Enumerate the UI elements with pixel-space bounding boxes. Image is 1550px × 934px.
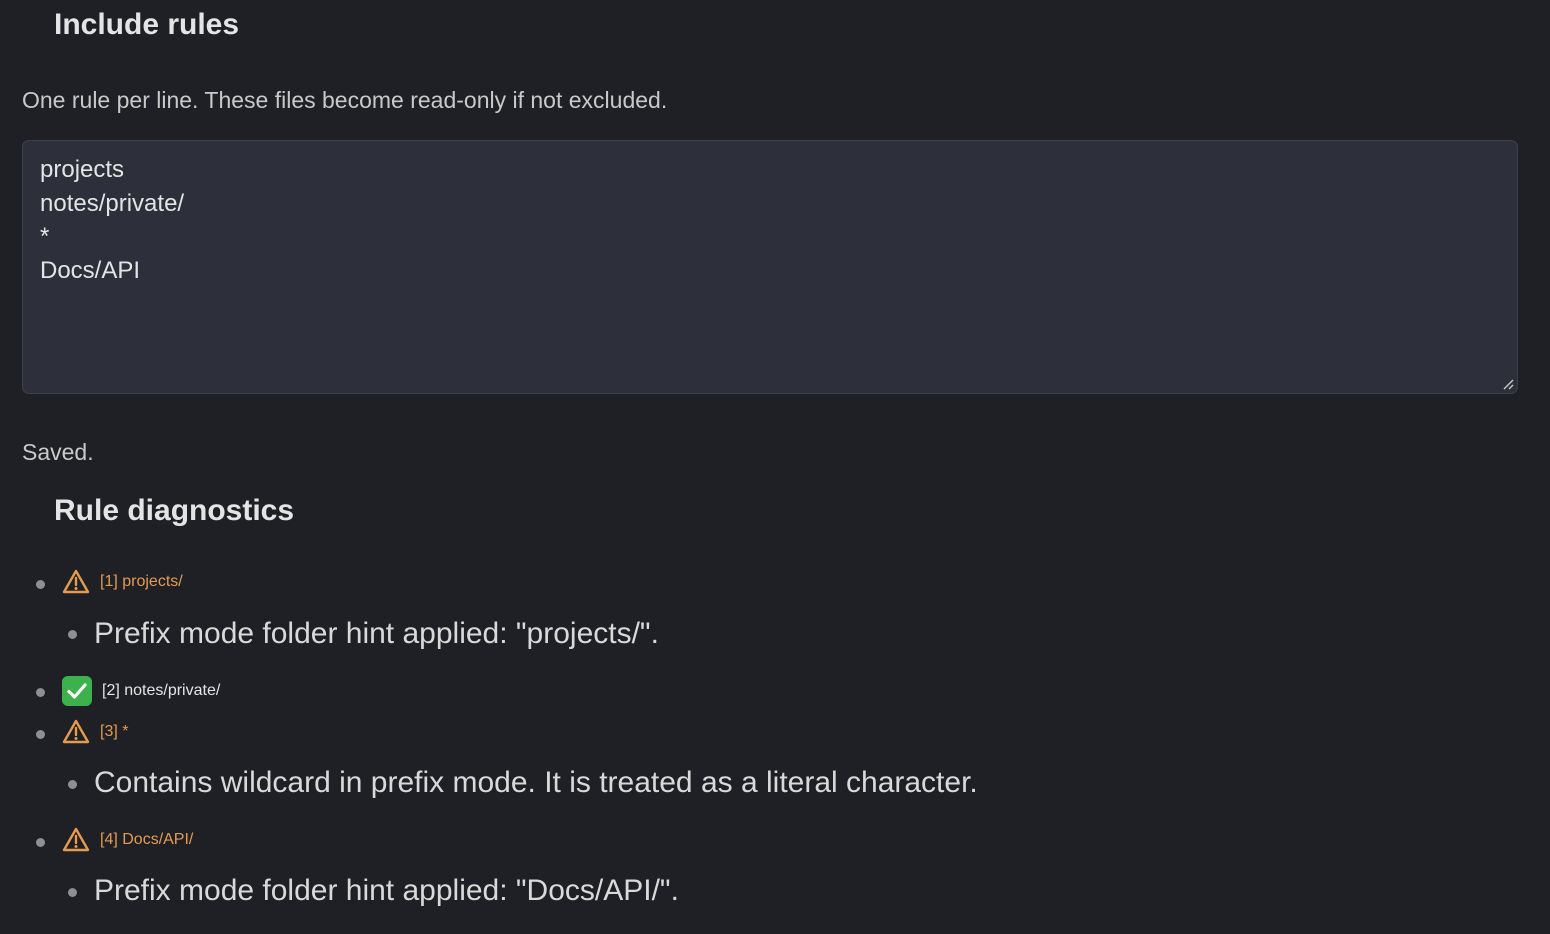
list-bullet bbox=[68, 630, 77, 639]
diagnostic-detail: Prefix mode folder hint applied: "projec… bbox=[94, 617, 659, 650]
warning-triangle-icon bbox=[62, 719, 90, 744]
save-status: Saved. bbox=[22, 439, 94, 465]
diagnostic-item: [2] notes/private/ bbox=[62, 676, 220, 706]
diagnostic-detail: Prefix mode folder hint applied: "Docs/A… bbox=[94, 874, 679, 907]
list-bullet bbox=[36, 580, 45, 589]
diagnostic-item: [1] projects/ bbox=[62, 568, 183, 596]
list-bullet bbox=[36, 838, 45, 847]
check-mark-icon bbox=[62, 676, 92, 706]
list-bullet bbox=[68, 780, 77, 789]
warning-triangle-icon bbox=[62, 827, 90, 852]
warning-triangle-icon bbox=[62, 569, 90, 594]
rule-line: projects bbox=[40, 156, 125, 183]
rule-line: notes/private/ bbox=[40, 189, 185, 217]
include-rules-textarea[interactable]: projects notes/private/ * Docs/API bbox=[22, 140, 1518, 394]
diagnostic-label: [2] notes/private/ bbox=[102, 682, 221, 699]
list-bullet bbox=[36, 688, 45, 697]
diagnostic-label: [3] * bbox=[100, 723, 129, 740]
list-bullet bbox=[36, 730, 45, 739]
diagnostic-label: [4] Docs/API/ bbox=[100, 831, 194, 848]
resize-handle-icon[interactable] bbox=[1502, 378, 1514, 390]
diagnostic-item: [3] * bbox=[62, 718, 128, 746]
diagnostic-label: [1] projects/ bbox=[100, 573, 183, 590]
include-rules-title: Include rules bbox=[54, 8, 240, 41]
settings-page: Include rules One rule per line. These f… bbox=[0, 0, 1550, 934]
diagnostic-item: [4] Docs/API/ bbox=[62, 826, 193, 854]
diagnostic-detail: Contains wildcard in prefix mode. It is … bbox=[94, 766, 978, 799]
list-bullet bbox=[68, 888, 77, 897]
rule-line: Docs/API bbox=[40, 256, 141, 284]
include-rules-description: One rule per line. These files become re… bbox=[22, 87, 668, 113]
rule-line: * bbox=[40, 223, 50, 250]
rule-diagnostics-title: Rule diagnostics bbox=[54, 494, 295, 527]
